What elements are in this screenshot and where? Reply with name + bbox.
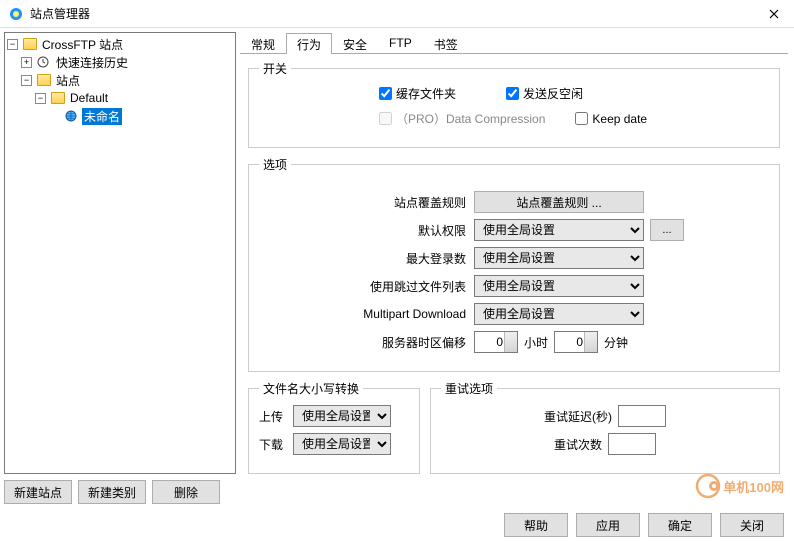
right-panel: 常规 行为 安全 FTP 书签 开关 缓存文件夹 发送反空闲 （PRO）Data… [240, 28, 794, 508]
tree-label: Default [68, 91, 110, 105]
close-button[interactable] [762, 4, 786, 24]
switch-legend: 开关 [259, 60, 291, 77]
cache-folder-checkbox[interactable]: 缓存文件夹 [379, 85, 456, 102]
tree-label: CrossFTP 站点 [40, 36, 125, 53]
retry-count-label: 重试次数 [554, 436, 608, 453]
new-category-button[interactable]: 新建类别 [78, 480, 146, 504]
tab-ftp[interactable]: FTP [378, 33, 423, 54]
window-title: 站点管理器 [30, 5, 762, 22]
tab-behavior[interactable]: 行为 [286, 33, 332, 54]
retry-legend: 重试选项 [441, 380, 497, 397]
tree-label-selected: 未命名 [82, 108, 122, 125]
retry-delay-input[interactable] [618, 405, 666, 427]
tree-button-row: 新建站点 新建类别 删除 [4, 480, 236, 504]
tab-security[interactable]: 安全 [332, 33, 378, 54]
tz-hour-spinner[interactable]: ▲▼ [474, 331, 518, 353]
max-login-select[interactable]: 使用全局设置 [474, 247, 644, 269]
help-button[interactable]: 帮助 [504, 513, 568, 537]
site-override-label: 站点覆盖规则 [259, 194, 474, 211]
tree-default[interactable]: − Default [7, 89, 233, 107]
globe-icon [65, 110, 79, 122]
titlebar: 站点管理器 [0, 0, 794, 28]
tab-general[interactable]: 常规 [240, 33, 286, 54]
switch-fieldset: 开关 缓存文件夹 发送反空闲 （PRO）Data Compression Kee… [248, 60, 780, 148]
collapse-icon[interactable]: − [35, 93, 46, 104]
retry-count-input[interactable] [608, 433, 656, 455]
retry-delay-label: 重试延迟(秒) [544, 408, 618, 425]
clock-icon [37, 56, 51, 68]
site-tree[interactable]: − CrossFTP 站点 + 快速连接历史 − 站点 − Default [4, 32, 236, 474]
apply-button[interactable]: 应用 [576, 513, 640, 537]
tab-bookmark[interactable]: 书签 [423, 33, 469, 54]
tree-history[interactable]: + 快速连接历史 [7, 53, 233, 71]
collapse-icon[interactable]: − [7, 39, 18, 50]
main-content: − CrossFTP 站点 + 快速连接历史 − 站点 − Default [0, 28, 794, 508]
folder-icon [37, 74, 51, 86]
default-perm-label: 默认权限 [259, 222, 474, 239]
left-panel: − CrossFTP 站点 + 快速连接历史 − 站点 − Default [0, 28, 240, 508]
download-label: 下载 [259, 436, 293, 453]
options-legend: 选项 [259, 156, 291, 173]
tree-label: 快速连接历史 [54, 54, 130, 71]
folder-icon [23, 38, 37, 50]
tz-min-unit: 分钟 [604, 334, 628, 351]
tree-label: 站点 [54, 72, 82, 89]
tree-sites[interactable]: − 站点 [7, 71, 233, 89]
app-icon [8, 6, 24, 22]
multipart-download-select[interactable]: 使用全局设置 [474, 303, 644, 325]
folder-icon [51, 92, 65, 104]
download-case-select[interactable]: 使用全局设置 [293, 433, 391, 455]
default-perm-ellipsis[interactable]: ... [650, 219, 684, 241]
pro-compression-checkbox[interactable]: （PRO）Data Compression [379, 110, 545, 127]
keep-date-checkbox[interactable]: Keep date [575, 112, 647, 126]
tab-content: 开关 缓存文件夹 发送反空闲 （PRO）Data Compression Kee… [240, 54, 788, 508]
max-login-label: 最大登录数 [259, 250, 474, 267]
skip-file-list-label: 使用跳过文件列表 [259, 278, 474, 295]
delete-button[interactable]: 删除 [152, 480, 220, 504]
expand-icon[interactable]: + [21, 57, 32, 68]
upload-case-select[interactable]: 使用全局设置 [293, 405, 391, 427]
options-fieldset: 选项 站点覆盖规则 站点覆盖规则 ... 默认权限 使用全局设置 ... 最大登… [248, 156, 780, 372]
case-fieldset: 文件名大小写转换 上传 使用全局设置 下载 使用全局设置 [248, 380, 420, 474]
retry-fieldset: 重试选项 重试延迟(秒) 重试次数 [430, 380, 780, 474]
tz-min-spinner[interactable]: ▲▼ [554, 331, 598, 353]
site-override-button[interactable]: 站点覆盖规则 ... [474, 191, 644, 213]
default-perm-select[interactable]: 使用全局设置 [474, 219, 644, 241]
send-antiidle-checkbox[interactable]: 发送反空闲 [506, 85, 583, 102]
upload-label: 上传 [259, 408, 293, 425]
ok-button[interactable]: 确定 [648, 513, 712, 537]
tab-bar: 常规 行为 安全 FTP 书签 [240, 32, 788, 54]
tz-offset-label: 服务器时区偏移 [259, 334, 474, 351]
case-legend: 文件名大小写转换 [259, 380, 363, 397]
skip-file-list-select[interactable]: 使用全局设置 [474, 275, 644, 297]
tz-hour-unit: 小时 [524, 334, 548, 351]
close-footer-button[interactable]: 关闭 [720, 513, 784, 537]
tree-unnamed[interactable]: 未命名 [7, 107, 233, 125]
multipart-download-label: Multipart Download [259, 307, 474, 321]
collapse-icon[interactable]: − [21, 75, 32, 86]
tree-root[interactable]: − CrossFTP 站点 [7, 35, 233, 53]
new-site-button[interactable]: 新建站点 [4, 480, 72, 504]
